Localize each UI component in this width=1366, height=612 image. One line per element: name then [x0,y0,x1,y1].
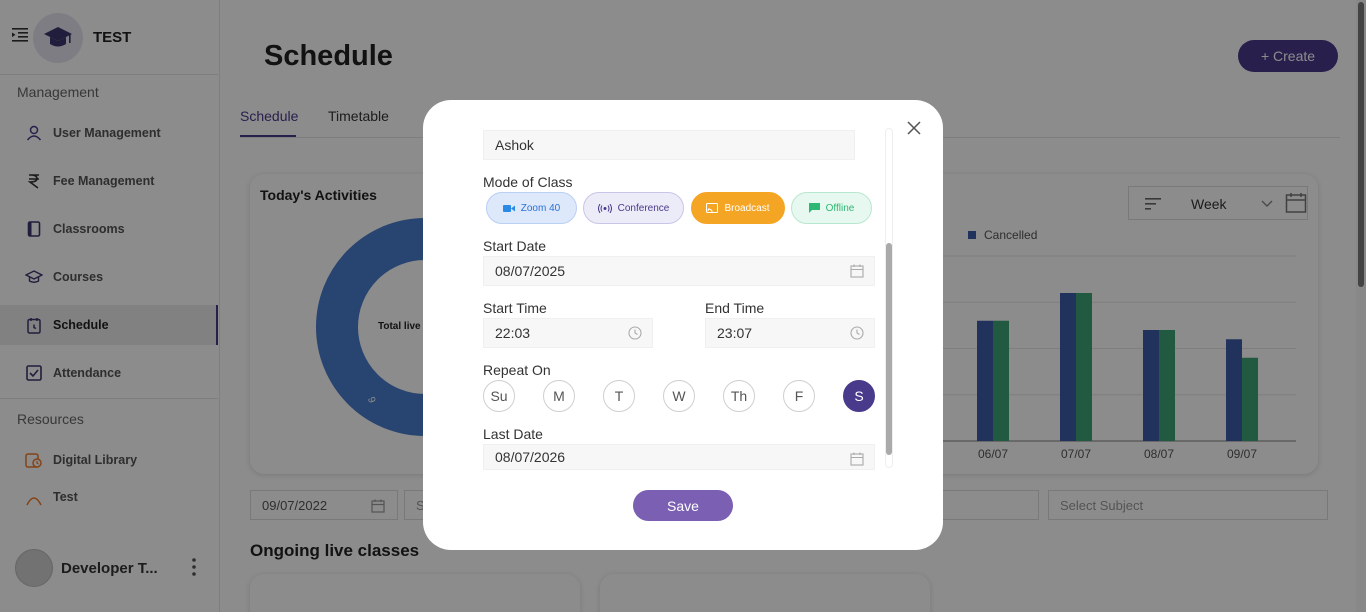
day-saturday[interactable]: S [843,380,875,412]
repeat-on-label: Repeat On [483,362,551,378]
calendar-icon [850,452,864,466]
mode-label-text: Broadcast [724,202,770,214]
mode-broadcast-button[interactable]: Broadcast [691,192,785,224]
end-time-field[interactable]: 23:07 [705,318,875,348]
clock-icon [850,326,864,340]
clock-icon [628,326,642,340]
start-time-field[interactable]: 22:03 [483,318,653,348]
day-monday[interactable]: M [543,380,575,412]
close-icon[interactable] [904,118,924,138]
mode-conference-button[interactable]: Conference [583,192,684,224]
day-sunday[interactable]: Su [483,380,515,412]
calendar-icon [850,264,864,278]
start-time-value: 22:03 [495,325,531,341]
broadcast-waves-icon [597,203,612,213]
start-date-label: Start Date [483,238,547,254]
mode-zoom-button[interactable]: Zoom 40 [486,192,577,224]
day-friday[interactable]: F [783,380,815,412]
last-date-label: Last Date [483,426,543,442]
chat-icon [808,203,820,213]
day-wednesday[interactable]: W [663,380,695,412]
last-date-field[interactable]: 08/07/2026 [483,444,875,470]
mode-label-text: Conference [617,202,670,214]
end-time-label: End Time [705,300,765,316]
save-button[interactable]: Save [633,490,733,521]
end-time-value: 23:07 [717,325,753,341]
teacher-value: Ashok [495,137,534,153]
start-date-value: 08/07/2025 [495,263,566,279]
mode-label-text: Zoom 40 [520,202,561,214]
mode-offline-button[interactable]: Offline [791,192,872,224]
schedule-modal: Ashok Mode of Class Zoom 40 Conference B… [423,100,943,550]
last-date-value: 08/07/2026 [495,449,566,465]
modal-scrollbar-thumb[interactable] [886,243,892,455]
teacher-field[interactable]: Ashok [483,130,855,160]
mode-label: Mode of Class [483,174,573,190]
start-date-field[interactable]: 08/07/2025 [483,256,875,286]
day-thursday[interactable]: Th [723,380,755,412]
mode-label-text: Offline [825,202,855,214]
cast-icon [706,203,719,213]
video-icon [502,204,515,212]
start-time-label: Start Time [483,300,547,316]
day-tuesday[interactable]: T [603,380,635,412]
